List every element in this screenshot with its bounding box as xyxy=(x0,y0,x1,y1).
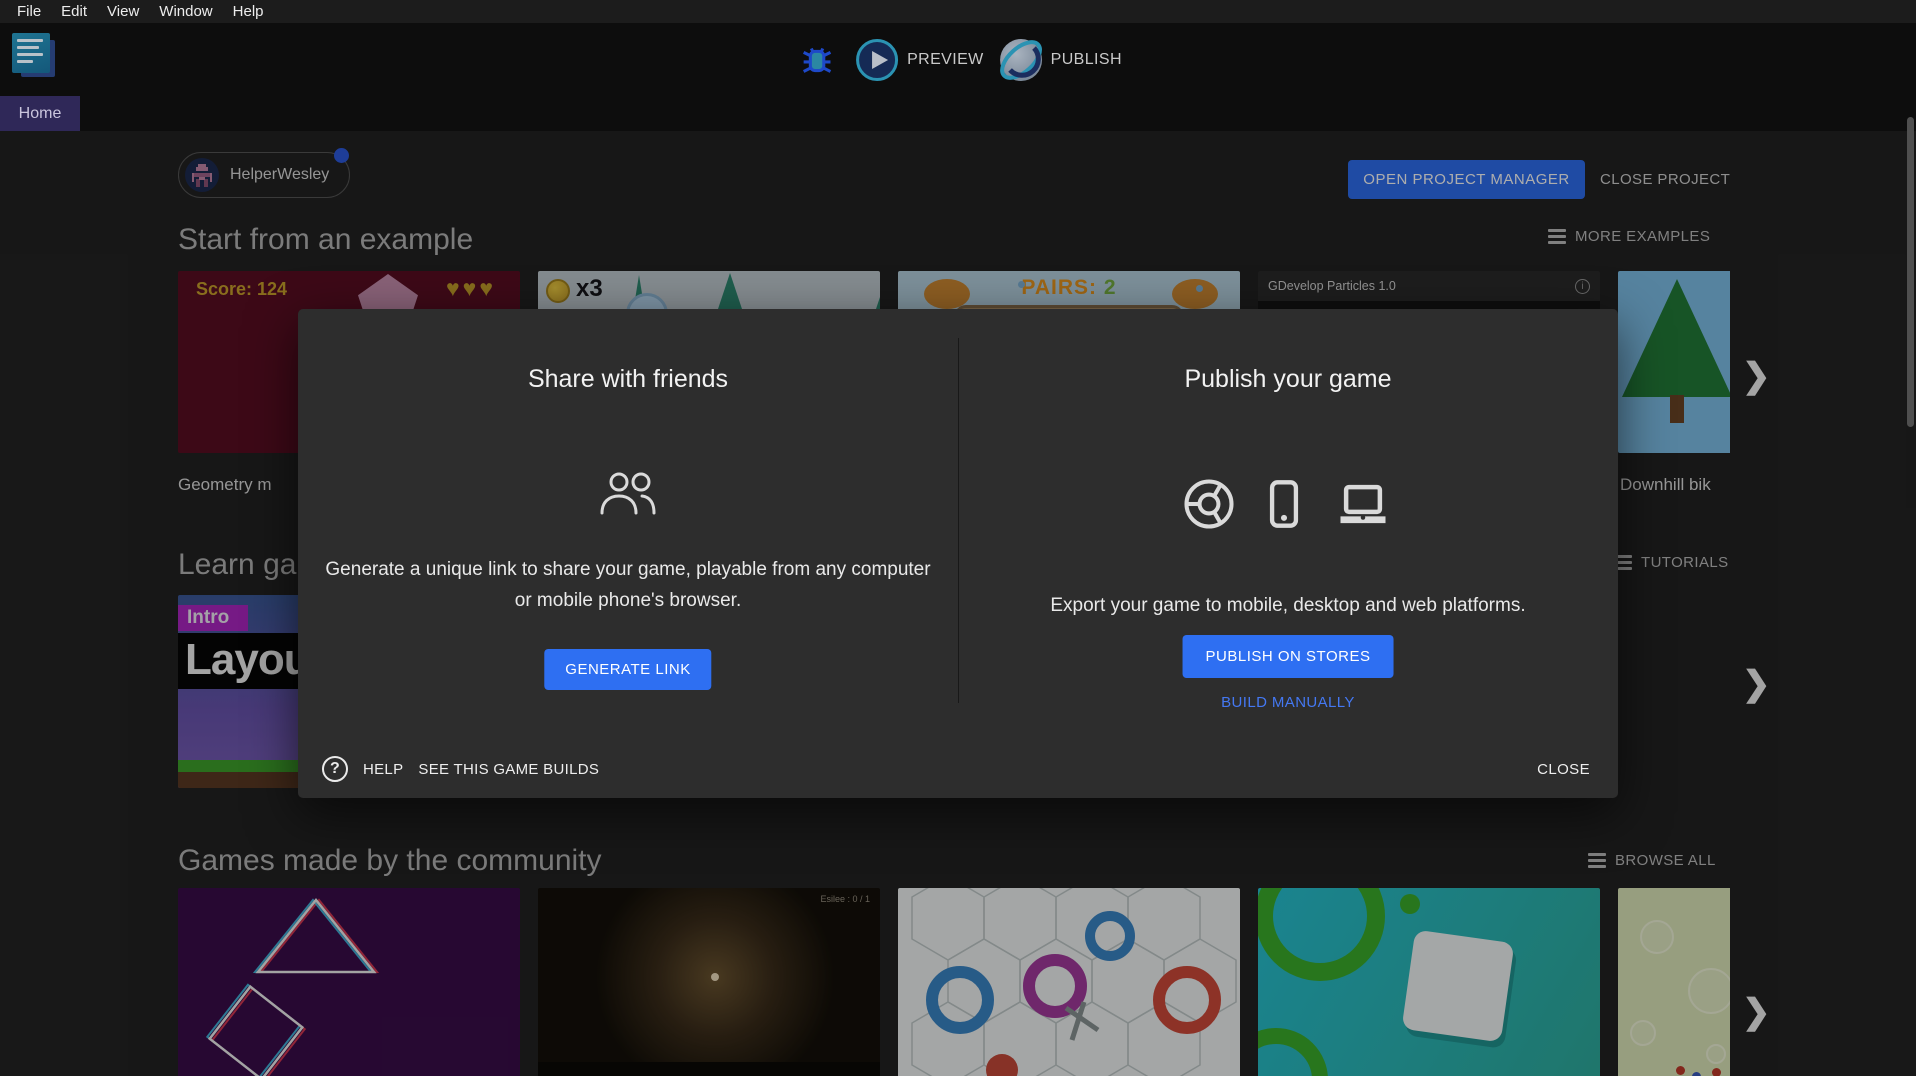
laptop-icon xyxy=(1332,477,1394,536)
share-title: Share with friends xyxy=(298,365,958,394)
menu-edit[interactable]: Edit xyxy=(51,3,97,20)
publish-on-stores-button[interactable]: PUBLISH ON STORES xyxy=(1183,635,1394,678)
globe-icon xyxy=(1000,39,1042,81)
debug-icon[interactable] xyxy=(794,37,840,83)
share-column: Share with friends Generate a unique lin… xyxy=(298,309,958,798)
build-manually-link[interactable]: BUILD MANUALLY xyxy=(958,694,1618,711)
publish-button[interactable]: PUBLISH xyxy=(1000,39,1122,81)
publish-column: Publish your game xyxy=(958,309,1618,798)
menu-file[interactable]: File xyxy=(7,3,51,20)
chrome-icon xyxy=(1182,477,1236,536)
menu-window[interactable]: Window xyxy=(149,3,222,20)
help-button[interactable]: HELP xyxy=(363,761,403,778)
help-icon[interactable]: ? xyxy=(322,756,348,782)
project-manager-icon[interactable] xyxy=(12,33,58,79)
preview-button[interactable]: PREVIEW xyxy=(856,39,984,81)
share-description: Generate a unique link to share your gam… xyxy=(316,555,940,617)
app-window: File Edit View Window Help xyxy=(0,0,1916,1076)
generate-link-button[interactable]: GENERATE LINK xyxy=(544,649,711,690)
tab-strip: Home xyxy=(0,96,1916,131)
toolbar: PREVIEW PUBLISH xyxy=(0,23,1916,96)
smartphone-icon xyxy=(1258,477,1310,536)
publish-title: Publish your game xyxy=(958,365,1618,394)
menu-bar: File Edit View Window Help xyxy=(0,0,1916,23)
menu-help[interactable]: Help xyxy=(223,3,274,20)
play-icon xyxy=(856,39,898,81)
vertical-scrollbar[interactable] xyxy=(1907,117,1914,427)
tab-home[interactable]: Home xyxy=(0,96,80,131)
preview-label: PREVIEW xyxy=(907,51,984,69)
publish-label: PUBLISH xyxy=(1051,51,1122,69)
people-icon xyxy=(595,469,661,522)
see-builds-button[interactable]: SEE THIS GAME BUILDS xyxy=(418,761,599,778)
publish-description: Export your game to mobile, desktop and … xyxy=(978,591,1598,622)
close-dialog-button[interactable]: CLOSE xyxy=(1537,761,1590,778)
share-publish-dialog: Share with friends Generate a unique lin… xyxy=(298,309,1618,798)
dialog-footer-left: ? HELP SEE THIS GAME BUILDS xyxy=(322,756,599,782)
menu-view[interactable]: View xyxy=(97,3,149,20)
